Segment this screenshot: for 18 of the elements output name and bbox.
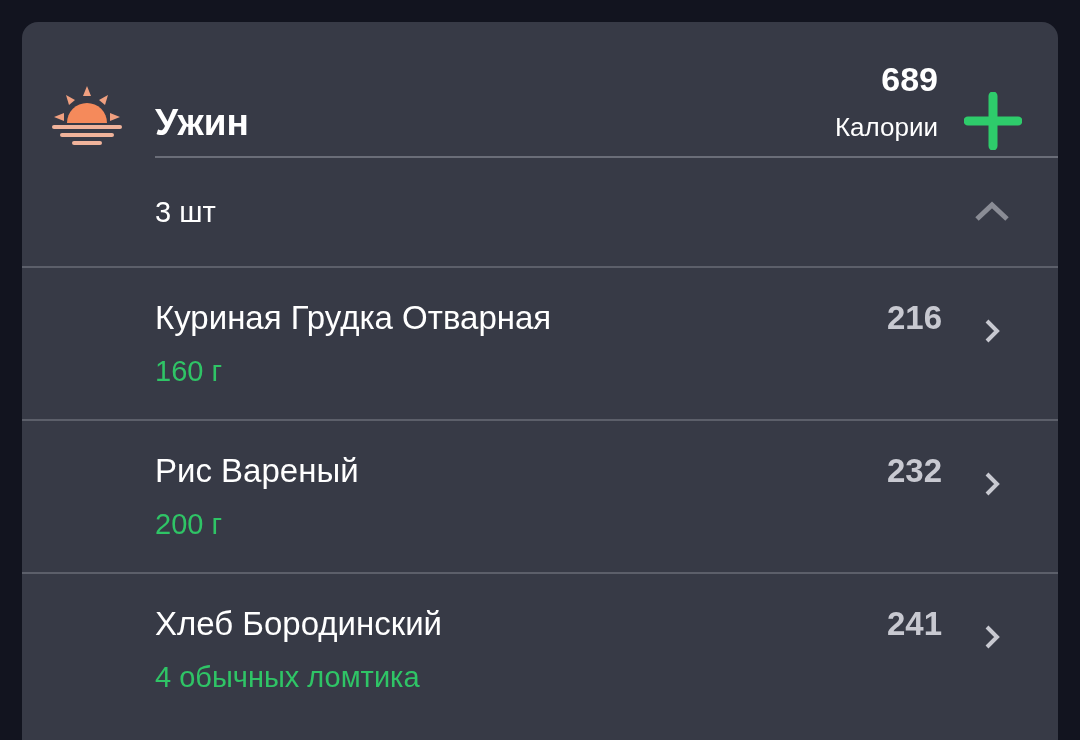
meal-title: Ужин — [155, 104, 250, 141]
add-button[interactable] — [964, 92, 1022, 150]
item-count: 3 шт — [155, 195, 216, 229]
sunset-icon — [52, 86, 122, 146]
food-row[interactable]: Куриная Грудка Отварная 160 г 216 — [22, 266, 1058, 419]
food-calories: 232 — [886, 451, 942, 491]
food-calories: 216 — [886, 298, 942, 338]
food-amount: 4 обычных ломтика — [155, 659, 421, 695]
food-row[interactable]: Хлеб Бородинский 4 обычных ломтика 241 — [22, 572, 1058, 725]
food-calories: 241 — [886, 604, 942, 644]
food-name: Хлеб Бородинский — [155, 604, 444, 644]
food-row[interactable]: Рис Вареный 200 г 232 — [22, 419, 1058, 572]
food-name: Рис Вареный — [155, 451, 360, 491]
food-amount: 160 г — [155, 353, 224, 389]
food-name: Куриная Грудка Отварная — [155, 298, 553, 338]
calories-label: Калории — [834, 114, 938, 140]
calories-total: 689 — [881, 62, 938, 96]
food-amount: 200 г — [155, 506, 224, 542]
